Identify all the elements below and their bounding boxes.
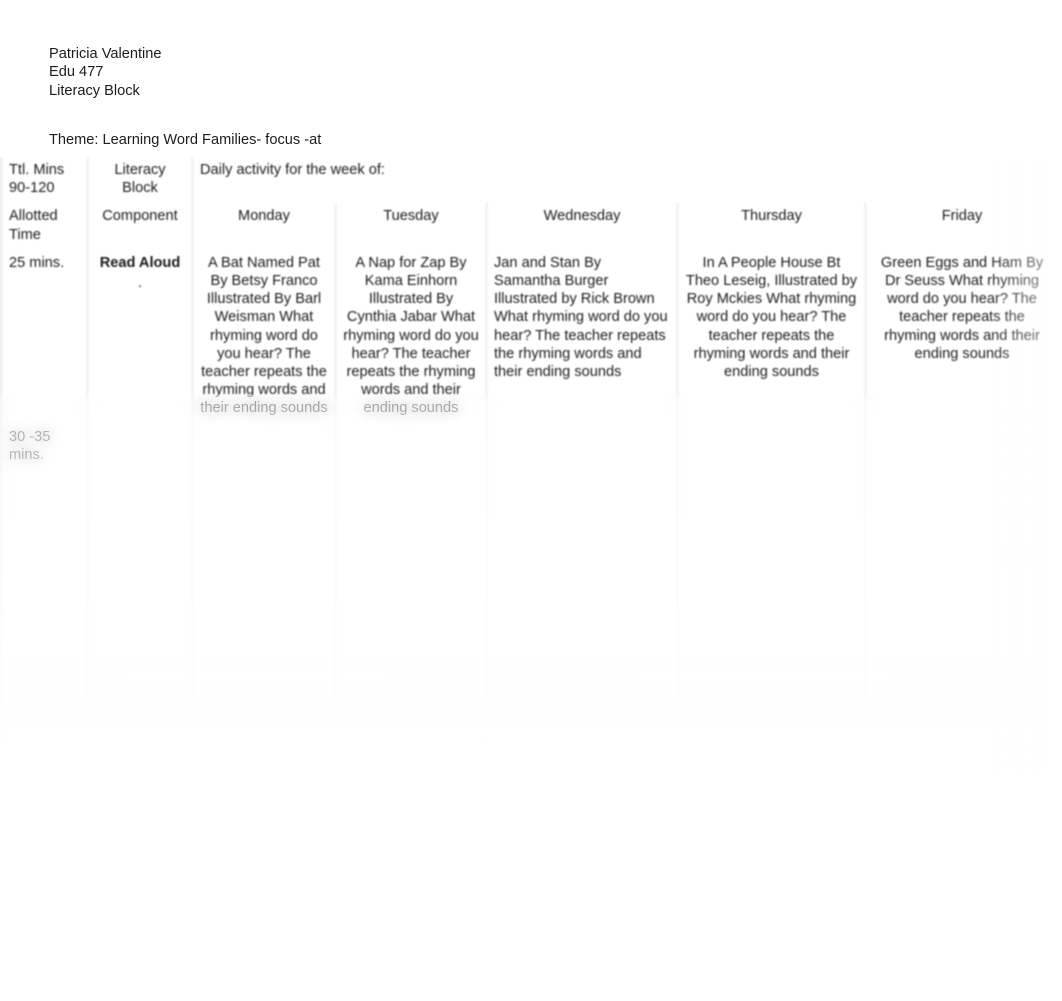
header-day-wednesday: Wednesday bbox=[488, 203, 676, 250]
header-component: Component bbox=[89, 203, 191, 250]
header-allotted-time: Allotted Time bbox=[3, 203, 86, 250]
cell-component-label: Read Aloud bbox=[99, 254, 181, 271]
cell-component bbox=[89, 681, 191, 773]
cell-thursday bbox=[679, 681, 864, 773]
course-code: Edu 477 bbox=[49, 64, 104, 81]
cell-wednesday: Jan and Stan By Samantha Burger Illustra… bbox=[488, 249, 676, 424]
cell-tuesday: A Nap for Zap By Kama Einhorn Illustrate… bbox=[337, 249, 485, 424]
cell-friday bbox=[867, 423, 1046, 682]
cell-component bbox=[89, 423, 191, 682]
table-row bbox=[3, 681, 1046, 773]
table-row: 25 mins. Read Aloud . A Bat Named Pat By… bbox=[3, 249, 1046, 424]
cell-component: Read Aloud . bbox=[89, 249, 191, 424]
cell-monday bbox=[194, 681, 334, 773]
header-allotted-time-line2: Time bbox=[9, 226, 41, 243]
table-header-row-2: Allotted Time Component Monday Tuesday W… bbox=[3, 203, 1046, 250]
cell-tuesday bbox=[337, 423, 485, 682]
lesson-plan-table-container: Ttl. Mins 90-120 Literacy Block Daily ac… bbox=[0, 157, 1046, 773]
document-heading: Patricia Valentine Edu 477 Literacy Bloc… bbox=[49, 45, 162, 100]
cell-friday bbox=[867, 681, 1046, 773]
author-name: Patricia Valentine bbox=[49, 46, 162, 62]
cell-wednesday bbox=[488, 681, 676, 773]
cell-wednesday bbox=[488, 423, 676, 682]
cell-thursday bbox=[679, 423, 864, 682]
header-week-of: Daily activity for the week of: bbox=[194, 157, 1046, 204]
table-row: 30 -35 mins. bbox=[3, 423, 1046, 682]
cell-thursday: In A People House Bt Theo Leseig, Illust… bbox=[679, 249, 864, 424]
cell-allotted-time: 30 -35 mins. bbox=[3, 423, 86, 682]
header-day-friday: Friday bbox=[867, 203, 1046, 250]
header-day-monday: Monday bbox=[194, 203, 334, 250]
cell-tuesday bbox=[337, 681, 485, 773]
cell-monday: A Bat Named Pat By Betsy Franco Illustra… bbox=[194, 249, 334, 424]
theme-line: Theme: Learning Word Families- focus -at bbox=[49, 132, 322, 148]
header-day-tuesday: Tuesday bbox=[337, 203, 485, 250]
lesson-plan-table: Ttl. Mins 90-120 Literacy Block Daily ac… bbox=[0, 157, 1046, 773]
cell-allotted-time bbox=[3, 681, 86, 773]
header-allotted-time-line1: Allotted bbox=[9, 208, 58, 225]
header-literacy-block: Literacy Block bbox=[89, 157, 191, 204]
cell-monday bbox=[194, 423, 334, 682]
cell-allotted-time: 25 mins. bbox=[3, 249, 86, 424]
header-total-minutes-line2: 90-120 bbox=[9, 180, 55, 197]
table-header-row-1: Ttl. Mins 90-120 Literacy Block Daily ac… bbox=[3, 157, 1046, 204]
cell-component-mark: . bbox=[137, 275, 143, 292]
header-total-minutes: Ttl. Mins 90-120 bbox=[3, 157, 86, 204]
header-total-minutes-line1: Ttl. Mins bbox=[9, 162, 65, 178]
header-day-thursday: Thursday bbox=[679, 203, 864, 250]
cell-friday: Green Eggs and Ham By Dr Seuss What rhym… bbox=[867, 249, 1046, 424]
subject-title: Literacy Block bbox=[49, 82, 140, 99]
